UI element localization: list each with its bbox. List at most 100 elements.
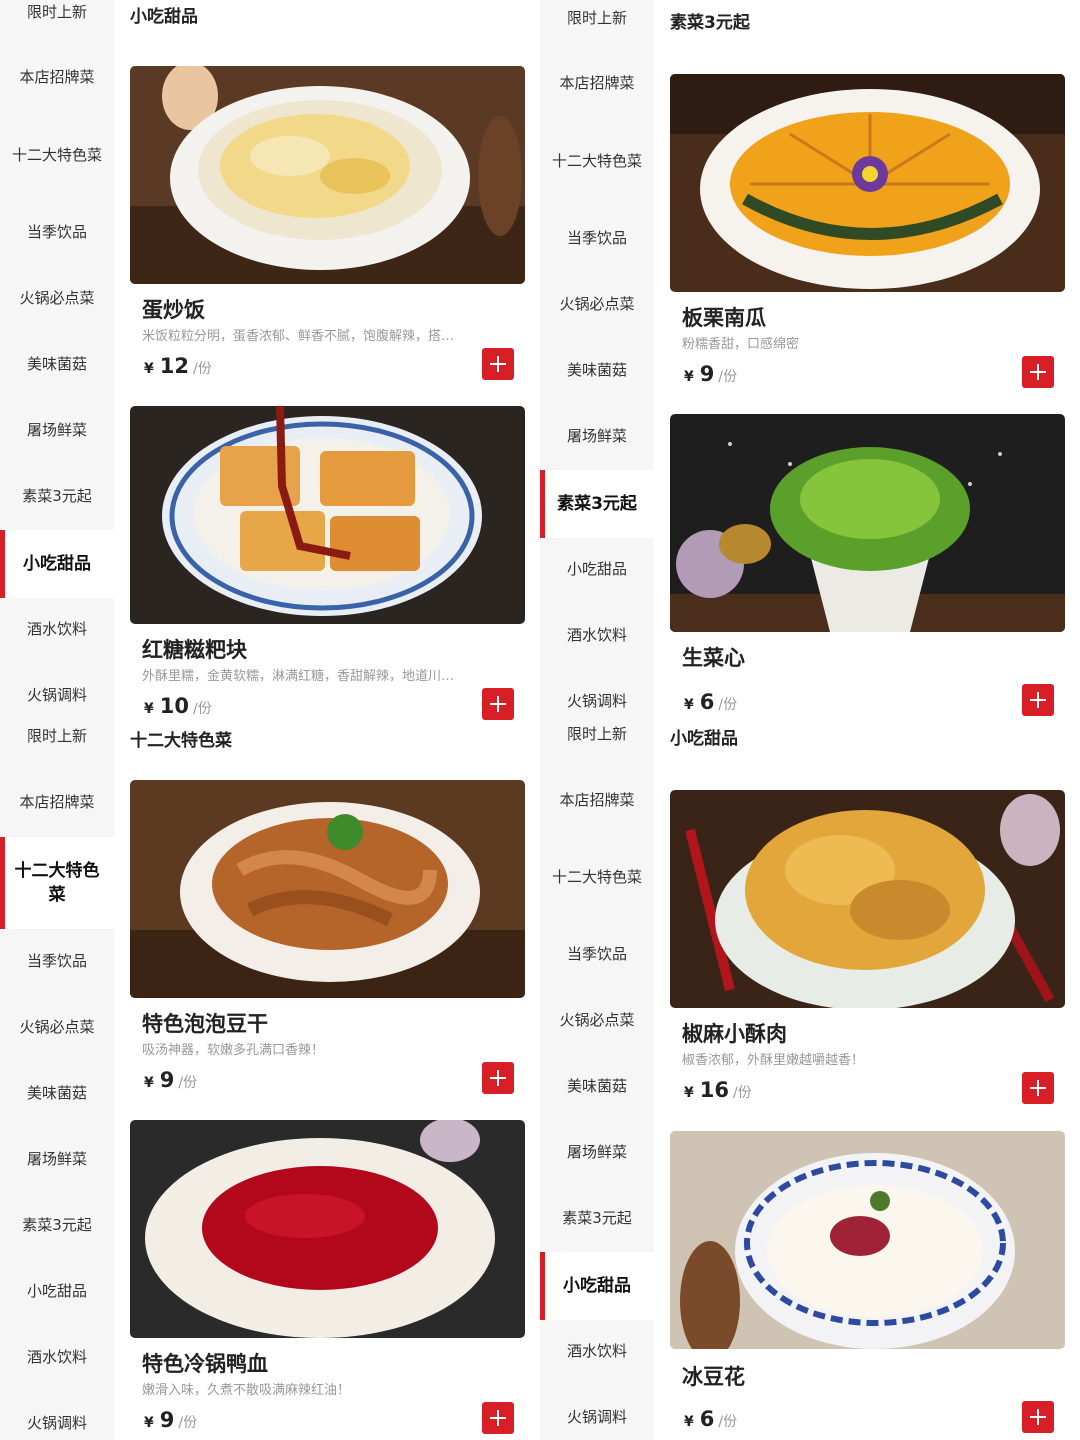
- nav-item-snacks-desserts-2[interactable]: 小吃甜品: [0, 1258, 114, 1324]
- nav-item-veg-3yuan[interactable]: 素菜3元起: [0, 463, 114, 529]
- dish-description: 嫩滑入味，久煮不散吸满麻辣红油！: [142, 1383, 351, 1398]
- dish-photo: [670, 414, 1065, 632]
- left-menu-panel: 限时上新 本店招牌菜 十二大特色菜 当季饮品 火锅必点菜 美味菌菇 屠场鲜菜 素…: [0, 0, 540, 1440]
- dish-card[interactable]: 特色泡泡豆干 吸汤神器，软嫩多孔满口香辣！ ¥ 9 /份: [130, 780, 525, 1100]
- nav-item-hotpot-musts[interactable]: 火锅必点菜: [0, 265, 114, 331]
- nav-item-fresh-veg[interactable]: 屠场鲜菜: [0, 397, 114, 463]
- dish-name: 红糖糍粑块: [142, 638, 247, 662]
- nav-item-sauces-2[interactable]: 火锅调料: [540, 1384, 654, 1440]
- price-unit: /份: [178, 1075, 198, 1091]
- currency-symbol: ¥: [684, 1414, 694, 1430]
- nav-item-drinks-2[interactable]: 酒水饮料: [0, 1324, 114, 1390]
- dish-card[interactable]: 椒麻小酥肉 椒香浓郁，外酥里嫩越嚼越香！ ¥ 16 /份: [670, 790, 1065, 1110]
- dish-description: 米饭粒粒分明，蛋香浓郁、鲜香不腻，饱腹解辣，搭…: [142, 329, 455, 344]
- add-to-cart-button[interactable]: [482, 348, 514, 380]
- nav-item-twelve-specials-2[interactable]: 十二大特色菜: [0, 837, 114, 929]
- dish-name: 特色冷锅鸭血: [142, 1352, 268, 1376]
- price-unit: /份: [178, 1415, 198, 1431]
- price-value: 6: [699, 690, 715, 714]
- section-title: 十二大特色菜: [130, 731, 232, 751]
- add-to-cart-button[interactable]: [482, 1402, 514, 1434]
- nav-item-signature-2[interactable]: 本店招牌菜: [540, 767, 654, 833]
- nav-item-twelve-specials-2[interactable]: 十二大特色菜: [540, 844, 654, 910]
- nav-item-snacks-desserts-2[interactable]: 小吃甜品: [540, 1252, 654, 1320]
- nav-item-limited-new[interactable]: 限时上新: [0, 0, 114, 34]
- dish-description: 吸汤神器，软嫩多孔满口香辣！: [142, 1043, 325, 1058]
- price-value: 12: [159, 354, 189, 378]
- nav-item-seasonal-drinks-2[interactable]: 当季饮品: [540, 921, 654, 987]
- dish-name: 板栗南瓜: [682, 306, 766, 330]
- nav-item-limited-new[interactable]: 限时上新: [540, 0, 654, 40]
- nav-item-drinks[interactable]: 酒水饮料: [0, 596, 114, 662]
- currency-symbol: ¥: [684, 697, 694, 713]
- nav-item-drinks-2[interactable]: 酒水饮料: [540, 1318, 654, 1384]
- nav-item-hotpot-musts[interactable]: 火锅必点菜: [540, 271, 654, 337]
- nav-item-seasonal-drinks-2[interactable]: 当季饮品: [0, 928, 114, 994]
- nav-item-veg-3yuan[interactable]: 素菜3元起: [540, 470, 654, 538]
- nav-item-snacks-desserts[interactable]: 小吃甜品: [0, 530, 114, 598]
- nav-item-signature-2[interactable]: 本店招牌菜: [0, 769, 114, 835]
- dish-card[interactable]: 红糖糍粑块 外酥里糯，金黄软糯，淋满红糖，香甜解辣，地道川… ¥ 10 /份: [130, 406, 525, 726]
- nav-item-sauces-2[interactable]: 火锅调料: [0, 1390, 114, 1440]
- nav-item-seasonal-drinks[interactable]: 当季饮品: [540, 205, 654, 271]
- nav-item-fresh-veg-2[interactable]: 屠场鲜菜: [540, 1119, 654, 1185]
- currency-symbol: ¥: [144, 701, 154, 717]
- section-title: 小吃甜品: [670, 729, 738, 749]
- dish-description: 外酥里糯，金黄软糯，淋满红糖，香甜解辣，地道川…: [142, 669, 455, 684]
- nav-item-signature[interactable]: 本店招牌菜: [0, 44, 114, 110]
- dish-description: 粉糯香甜，口感绵密: [682, 337, 800, 352]
- currency-symbol: ¥: [144, 1075, 154, 1091]
- nav-item-signature[interactable]: 本店招牌菜: [540, 50, 654, 116]
- nav-item-seasonal-drinks[interactable]: 当季饮品: [0, 199, 114, 265]
- dish-price: ¥ 6 /份: [684, 1407, 737, 1431]
- dish-card[interactable]: 冰豆花 ¥ 6 /份: [670, 1131, 1065, 1440]
- add-to-cart-button[interactable]: [1022, 1401, 1054, 1433]
- nav-item-mushrooms[interactable]: 美味菌菇: [0, 331, 114, 397]
- dish-card[interactable]: 蛋炒饭 米饭粒粒分明，蛋香浓郁、鲜香不腻，饱腹解辣，搭… ¥ 12 /份: [130, 66, 525, 386]
- add-to-cart-button[interactable]: [1022, 1072, 1054, 1104]
- dish-name: 特色泡泡豆干: [142, 1012, 268, 1036]
- nav-item-twelve-specials[interactable]: 十二大特色菜: [540, 128, 654, 194]
- price-value: 6: [699, 1407, 715, 1431]
- add-to-cart-button[interactable]: [1022, 356, 1054, 388]
- add-to-cart-button[interactable]: [1022, 684, 1054, 716]
- nav-item-hotpot-musts-2[interactable]: 火锅必点菜: [540, 987, 654, 1053]
- nav-item-snacks-desserts[interactable]: 小吃甜品: [540, 536, 654, 602]
- nav-item-veg-3yuan-2[interactable]: 素菜3元起: [0, 1192, 114, 1258]
- dish-price: ¥ 12 /份: [144, 354, 212, 378]
- dish-card[interactable]: 特色冷锅鸭血 嫩滑入味，久煮不散吸满麻辣红油！ ¥ 9 /份: [130, 1120, 525, 1440]
- category-sidebar: 限时上新 本店招牌菜 十二大特色菜 当季饮品 火锅必点菜 美味菌菇 屠场鲜菜 素…: [540, 0, 654, 1440]
- price-unit: /份: [192, 701, 212, 717]
- dish-photo: [670, 74, 1065, 292]
- nav-item-mushrooms[interactable]: 美味菌菇: [540, 337, 654, 403]
- nav-item-veg-3yuan-2[interactable]: 素菜3元起: [540, 1185, 654, 1251]
- currency-symbol: ¥: [684, 369, 694, 385]
- dish-card[interactable]: 生菜心 ¥ 6 /份: [670, 414, 1065, 734]
- dish-price: ¥ 6 /份: [684, 690, 737, 714]
- nav-item-hotpot-musts-2[interactable]: 火锅必点菜: [0, 994, 114, 1060]
- nav-item-fresh-veg[interactable]: 屠场鲜菜: [540, 403, 654, 469]
- add-to-cart-button[interactable]: [482, 1062, 514, 1094]
- nav-item-limited-new-2[interactable]: 限时上新: [0, 718, 114, 754]
- nav-item-twelve-specials[interactable]: 十二大特色菜: [0, 122, 114, 188]
- nav-item-mushrooms-2[interactable]: 美味菌菇: [0, 1060, 114, 1126]
- add-to-cart-button[interactable]: [482, 688, 514, 720]
- currency-symbol: ¥: [144, 361, 154, 377]
- price-unit: /份: [718, 369, 738, 385]
- price-unit: /份: [732, 1085, 752, 1101]
- price-unit: /份: [718, 1414, 738, 1430]
- dish-name: 椒麻小酥肉: [682, 1022, 787, 1046]
- dish-price: ¥ 9 /份: [144, 1408, 197, 1432]
- currency-symbol: ¥: [144, 1415, 154, 1431]
- nav-item-fresh-veg-2[interactable]: 屠场鲜菜: [0, 1126, 114, 1192]
- nav-item-mushrooms-2[interactable]: 美味菌菇: [540, 1053, 654, 1119]
- nav-item-drinks[interactable]: 酒水饮料: [540, 602, 654, 668]
- dish-photo: [130, 1120, 525, 1338]
- dish-card[interactable]: 板栗南瓜 粉糯香甜，口感绵密 ¥ 9 /份: [670, 74, 1065, 394]
- price-value: 9: [699, 362, 715, 386]
- dish-price: ¥ 9 /份: [684, 362, 737, 386]
- nav-item-limited-new-2[interactable]: 限时上新: [540, 716, 654, 752]
- dish-photo: [130, 406, 525, 624]
- price-unit: /份: [192, 361, 212, 377]
- dish-price: ¥ 16 /份: [684, 1078, 752, 1102]
